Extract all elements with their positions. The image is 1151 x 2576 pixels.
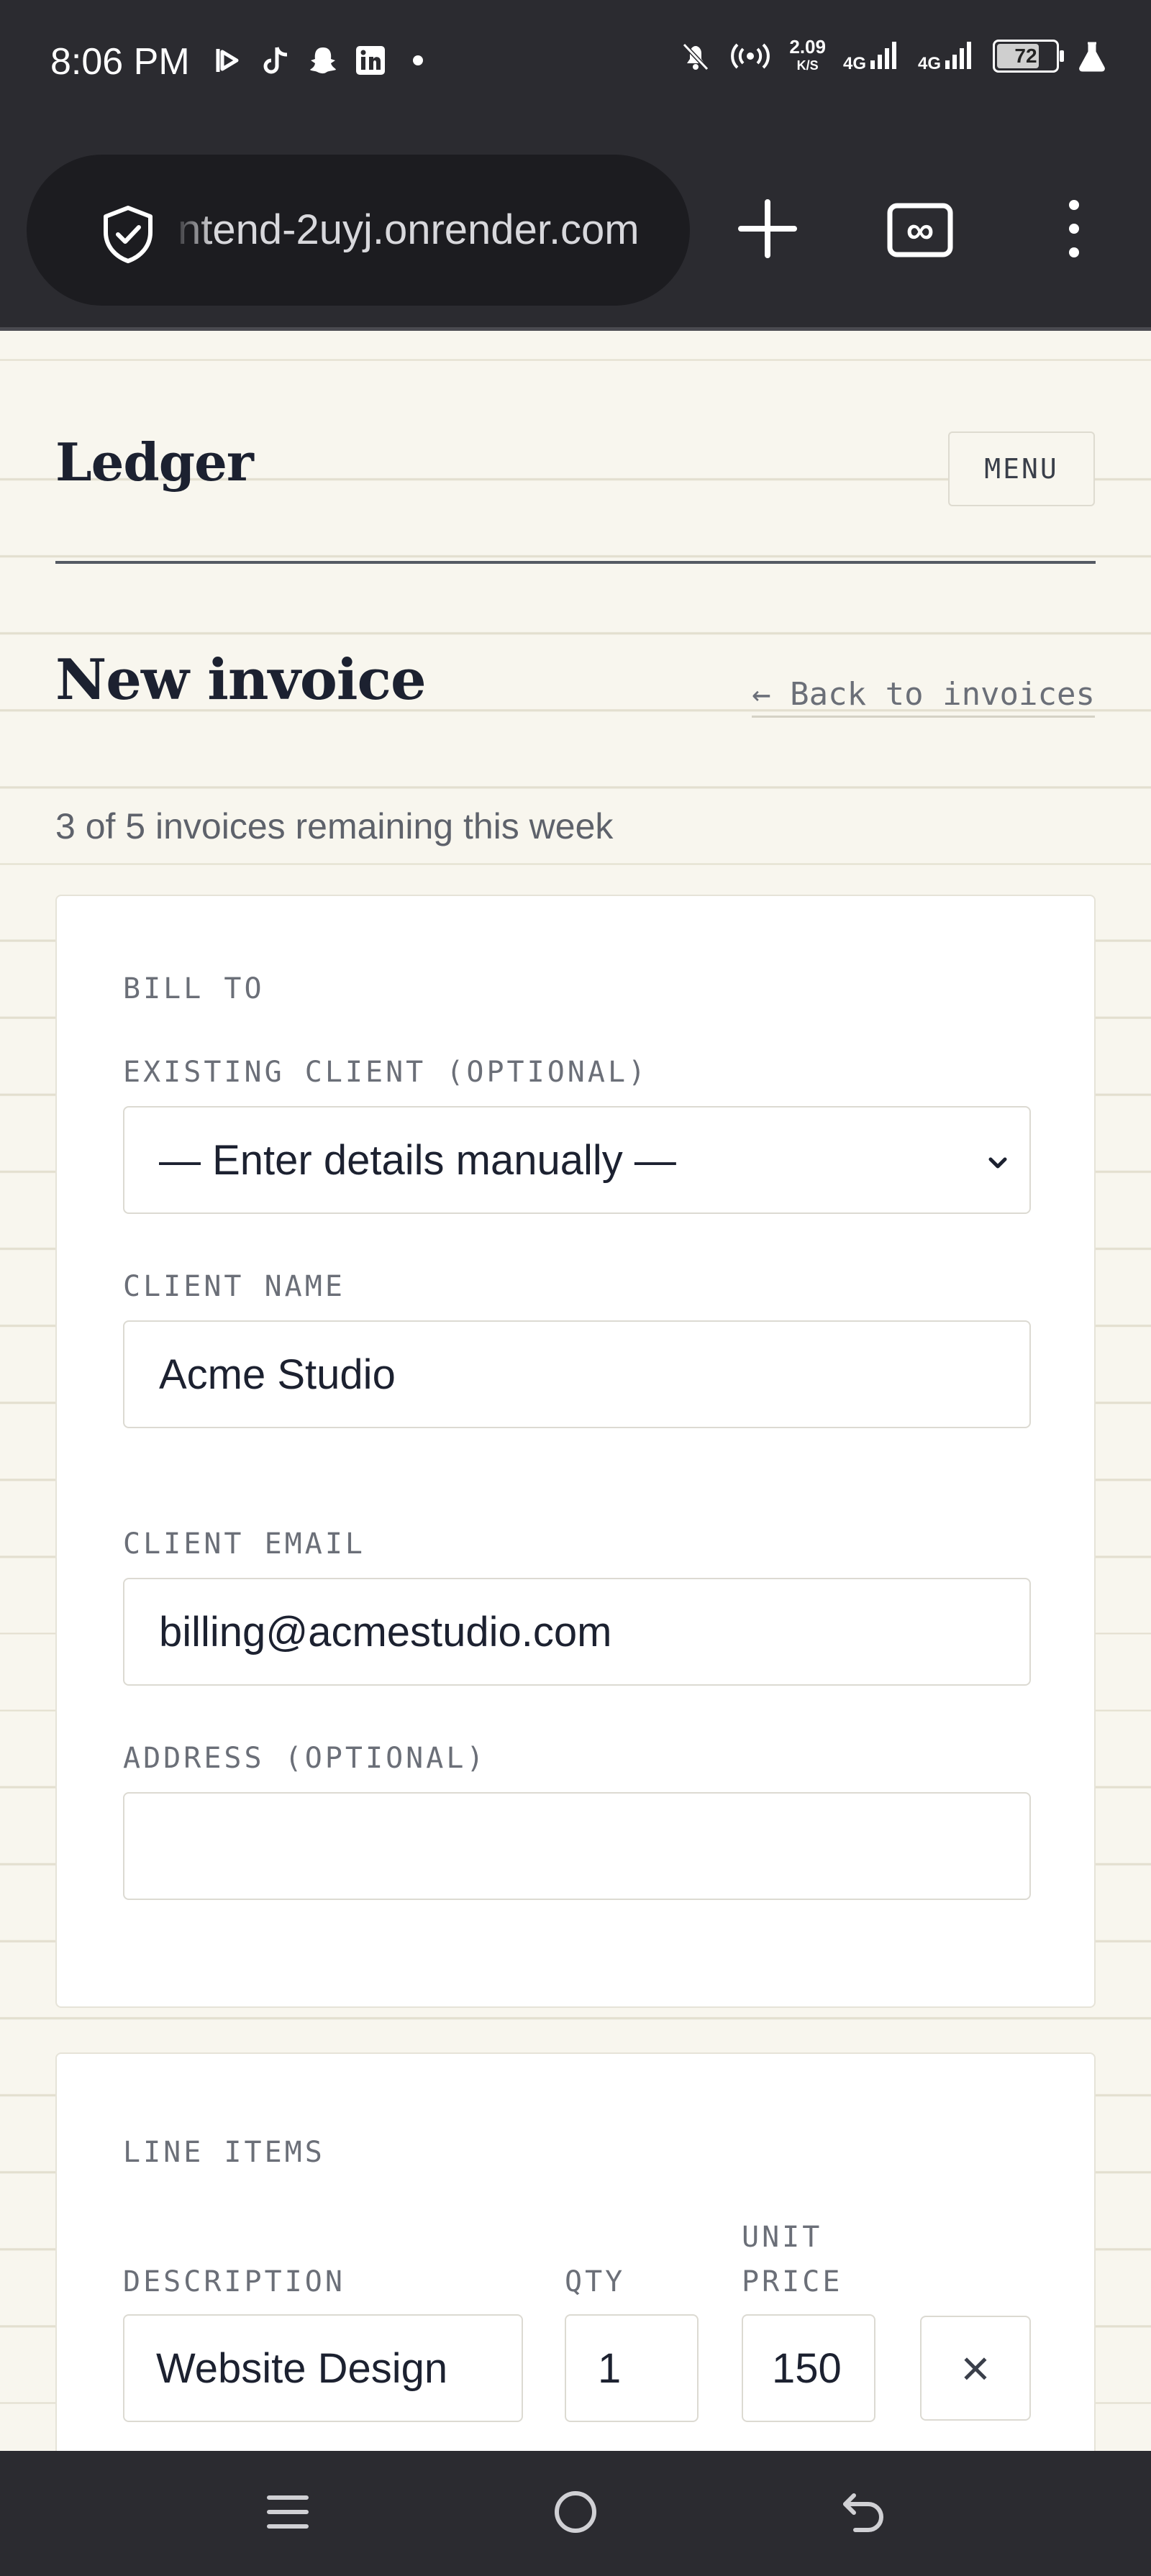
battery-percent: 72 [1014,45,1037,67]
invoice-quota-text: 3 of 5 invoices remaining this week [55,806,614,846]
line-items-heading: LINE ITEMS [123,2136,325,2169]
line-item-description-input[interactable]: Website Design [123,2314,523,2422]
line-item-unit-price-input[interactable]: 150 [742,2314,875,2422]
column-unit-price-line2: PRICE [742,2265,843,2298]
page-content: Ledger MENU New invoice ← Back to invoic… [0,331,1151,2451]
signal-icon [869,39,901,74]
line-item-qty-input[interactable]: 1 [565,2314,699,2422]
client-name-input[interactable]: Acme Studio [123,1320,1031,1428]
brand-logo[interactable]: Ledger [55,431,254,493]
signal-icon [944,39,975,74]
header-divider [55,561,1096,564]
status-bar: 8:06 PM 2.09 K/S 4G 4G 72 [0,0,1151,133]
address-label: ADDRESS (OPTIONAL) [123,1742,487,1775]
browser-toolbar: ntend-2uyj.onrender.com ∞ [0,133,1151,331]
line-item-unit-price-value: 150 [772,2344,842,2392]
menu-button[interactable]: MENU [948,431,1095,506]
existing-client-label: EXISTING CLIENT (OPTIONAL) [123,1056,649,1089]
shield-icon[interactable] [97,204,159,265]
address-input[interactable] [123,1792,1031,1900]
tab-switcher-icon: ∞ [887,203,953,257]
column-description: DESCRIPTION [123,2265,345,2298]
column-qty: QTY [565,2265,626,2298]
play-icon [212,45,244,76]
notification-icons [212,45,434,76]
line-item-description-value: Website Design [156,2344,448,2392]
client-email-input[interactable]: billing@acmestudio.com [123,1578,1031,1686]
client-name-value: Acme Studio [159,1351,396,1398]
network-type-label: 4G [917,53,941,73]
bill-to-card: BILL TO EXISTING CLIENT (OPTIONAL) — Ent… [55,895,1096,2008]
network-speed: 2.09 K/S [789,36,826,73]
line-items-card: LINE ITEMS DESCRIPTION QTY UNIT PRICE We… [55,2052,1096,2451]
new-tab-icon [735,196,800,265]
status-time: 8:06 PM [50,41,190,83]
system-navigation-bar [0,2451,1151,2576]
line-item-qty-value: 1 [598,2344,622,2392]
client-email-label: CLIENT EMAIL [123,1527,365,1561]
signal-group-1: 4G [843,39,901,74]
hotspot-icon [729,40,772,72]
column-unit-price-line1: UNIT [742,2221,823,2254]
back-to-invoices-link[interactable]: ← Back to invoices [752,676,1095,718]
home-button[interactable] [540,2477,611,2549]
chevron-down-icon [981,1143,1015,1177]
tab-switcher-button[interactable]: ∞ [866,176,974,284]
url-text[interactable]: ntend-2uyj.onrender.com [178,155,668,306]
back-button[interactable] [827,2477,899,2549]
url-fade [170,155,214,306]
page-title: New invoice [55,647,427,713]
remove-line-item-button[interactable]: × [920,2316,1031,2421]
snapchat-icon [307,45,339,76]
recents-button[interactable] [252,2477,324,2549]
home-icon [550,2487,601,2541]
back-icon [838,2487,888,2541]
client-name-label: CLIENT NAME [123,1270,345,1303]
signal-group-2: 4G [918,39,975,74]
existing-client-select[interactable]: — Enter details manually — [123,1106,1031,1214]
flask-icon [1076,40,1108,72]
tiktok-icon [260,45,291,76]
tab-count: ∞ [906,209,934,252]
new-tab-button[interactable] [714,176,822,284]
network-type-label: 4G [842,53,866,73]
existing-client-value: — Enter details manually — [159,1136,676,1184]
client-email-value: billing@acmestudio.com [159,1608,612,1655]
recents-icon [265,2489,311,2539]
linkedin-icon [355,45,386,76]
address-bar[interactable]: ntend-2uyj.onrender.com [27,155,690,306]
more-menu-button[interactable] [1020,176,1128,284]
battery-icon: 72 [993,40,1064,73]
bell-off-icon [680,40,711,72]
system-icons: 2.09 K/S 4G 4G 72 [680,37,1108,75]
close-icon: × [960,2340,991,2396]
bill-to-heading: BILL TO [123,972,265,1005]
more-menu-icon [1063,196,1085,265]
dot-icon [402,45,434,76]
